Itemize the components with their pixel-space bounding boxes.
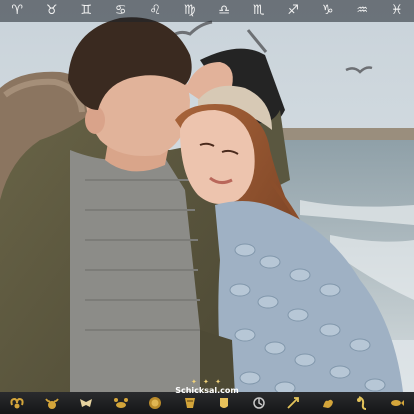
- pisces-icon[interactable]: ♓: [384, 0, 410, 22]
- crab-icon[interactable]: [113, 395, 129, 411]
- brand-stars: ✦ ✦ ✦: [190, 378, 224, 386]
- man-ear: [85, 106, 105, 134]
- virgo-icon[interactable]: ♍: [177, 0, 203, 22]
- fish-icon[interactable]: [389, 395, 405, 411]
- scorpio-icon[interactable]: ♏: [246, 0, 272, 22]
- bull-icon[interactable]: [44, 395, 60, 411]
- man-sweater: [70, 150, 200, 414]
- cancer-icon[interactable]: ♋: [108, 0, 134, 22]
- archer-icon[interactable]: [285, 395, 301, 411]
- zodiac-bottom-bar: [0, 392, 414, 414]
- scorpion-icon[interactable]: [251, 395, 267, 411]
- libra-icon[interactable]: ♎: [211, 0, 237, 22]
- brand-name: Schicksal.com: [175, 386, 239, 395]
- water-bearer-icon[interactable]: [354, 395, 370, 411]
- gemini-icon[interactable]: ♊: [73, 0, 99, 22]
- lion-icon[interactable]: [147, 395, 163, 411]
- photo-stage: ♈ ♉ ♊ ♋ ♌ ♍ ♎ ♏ ♐ ♑ ♒ ♓ ✦ ✦ ✦ Schicksal.…: [0, 0, 414, 414]
- ram-icon[interactable]: [9, 395, 25, 411]
- twins-icon[interactable]: [78, 395, 94, 411]
- scales-icon[interactable]: [216, 395, 232, 411]
- capricorn-icon[interactable]: ♑: [315, 0, 341, 22]
- maiden-icon[interactable]: [182, 395, 198, 411]
- leo-icon[interactable]: ♌: [142, 0, 168, 22]
- zodiac-top-bar: ♈ ♉ ♊ ♋ ♌ ♍ ♎ ♏ ♐ ♑ ♒ ♓: [0, 0, 414, 22]
- taurus-icon[interactable]: ♉: [39, 0, 65, 22]
- aquarius-icon[interactable]: ♒: [349, 0, 375, 22]
- goat-icon[interactable]: [320, 395, 336, 411]
- aries-icon[interactable]: ♈: [4, 0, 30, 22]
- brand-logo[interactable]: ✦ ✦ ✦ Schicksal.com: [175, 378, 239, 396]
- couple-photo: [0, 0, 414, 414]
- sagittarius-icon[interactable]: ♐: [280, 0, 306, 22]
